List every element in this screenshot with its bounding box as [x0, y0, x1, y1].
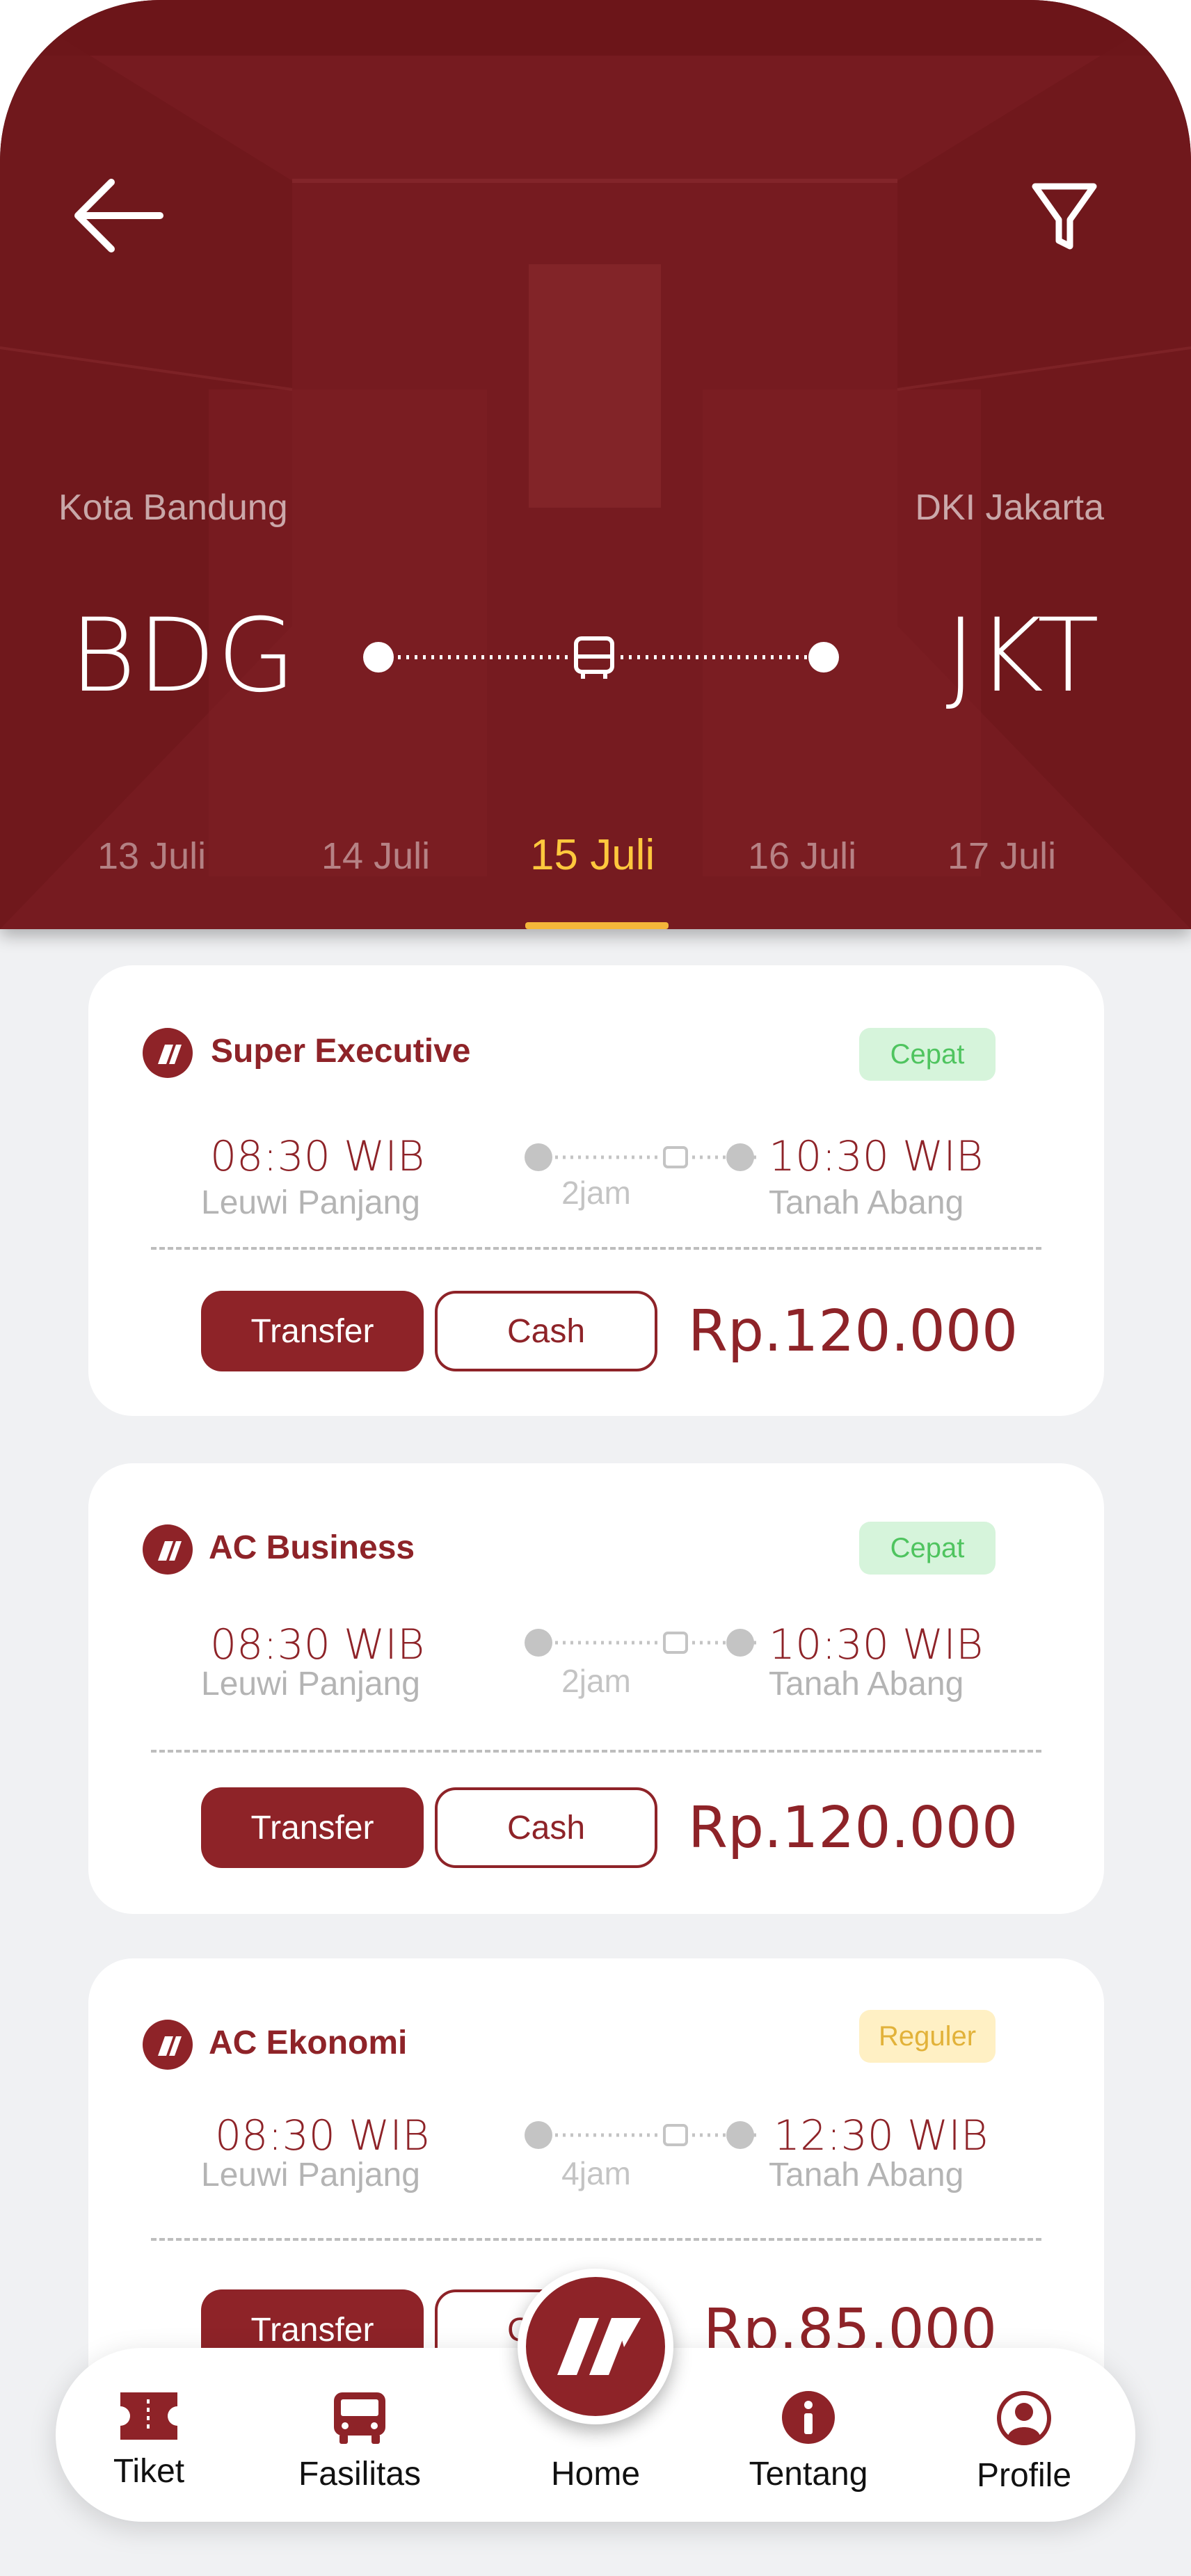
- trip-card[interactable]: AC Business Cepat 08:30 WIB Leuwi Panjan…: [88, 1463, 1104, 1914]
- nav-fasilitas[interactable]: Fasilitas: [283, 2390, 436, 2493]
- trip-route-line: [525, 1629, 760, 1657]
- brand-logo-icon: [557, 2318, 641, 2375]
- departure-stop: Leuwi Panjang: [201, 1184, 420, 1221]
- destination-code: JKT: [945, 597, 1101, 715]
- bus-class-name: Super Executive: [211, 1033, 471, 1070]
- nav-label: Tentang: [749, 2456, 868, 2493]
- nav-home-label: Home: [550, 2456, 641, 2493]
- bus-icon: [663, 1146, 688, 1168]
- departure-stop: Leuwi Panjang: [201, 1666, 420, 1702]
- divider: [151, 1247, 1041, 1250]
- back-button[interactable]: [70, 174, 167, 257]
- arrival-time: 10:30 WIB: [769, 1620, 984, 1669]
- home-button[interactable]: [518, 2269, 673, 2424]
- filter-button[interactable]: [1030, 174, 1099, 257]
- user-icon: [997, 2391, 1051, 2445]
- arrival-stop: Tanah Abang: [769, 1666, 964, 1702]
- origin-city: Kota Bandung: [58, 488, 288, 528]
- departure-time: 08:30 WIB: [215, 2111, 430, 2160]
- speed-badge: Cepat: [859, 1028, 996, 1081]
- arrival-time: 12:30 WIB: [774, 2111, 989, 2160]
- route-header: Kota Bandung DKI Jakarta BDG JKT 13 Juli…: [0, 0, 1191, 929]
- transfer-button[interactable]: Transfer: [201, 1787, 424, 1868]
- route-line: [363, 636, 839, 679]
- bus-icon: [663, 2124, 688, 2146]
- selected-date-indicator: [525, 922, 669, 929]
- trip-price: Rp.120.000: [688, 1794, 1018, 1861]
- bus-class-name: AC Ekonomi: [209, 2024, 408, 2061]
- arrival-dot: [726, 1629, 754, 1657]
- trip-card[interactable]: Super Executive Cepat 08:30 WIB Leuwi Pa…: [88, 965, 1104, 1416]
- divider: [151, 2238, 1041, 2241]
- trip-duration: 2jam: [561, 1175, 631, 1211]
- bus-class-name: AC Business: [209, 1529, 415, 1566]
- date-tab[interactable]: 17 Juli: [948, 835, 1056, 878]
- bus-icon: [574, 636, 614, 679]
- brand-logo-icon: [143, 2020, 193, 2070]
- bus-icon: [663, 1632, 688, 1654]
- brand-logo-icon: [143, 1028, 193, 1078]
- cash-button[interactable]: Cash: [435, 1291, 657, 1371]
- cash-button[interactable]: Cash: [435, 1787, 657, 1868]
- trip-duration: 2jam: [561, 1663, 631, 1699]
- departure-time: 08:30 WIB: [210, 1620, 425, 1669]
- departure-stop: Leuwi Panjang: [201, 2157, 420, 2193]
- destination-city: DKI Jakarta: [915, 488, 1104, 528]
- arrival-dot: [726, 1143, 754, 1171]
- app-screen: Kota Bandung DKI Jakarta BDG JKT 13 Juli…: [0, 0, 1191, 2576]
- date-tab-selected[interactable]: 15 Juli: [530, 830, 655, 880]
- bus-interior-background: [0, 0, 1191, 929]
- nav-label: Profile: [976, 2457, 1072, 2494]
- trip-price: Rp.120.000: [688, 1298, 1018, 1365]
- nav-tentang[interactable]: Tentang: [732, 2390, 885, 2493]
- departure-time: 08:30 WIB: [210, 1132, 425, 1181]
- arrival-stop: Tanah Abang: [769, 2157, 964, 2193]
- info-icon: [782, 2391, 835, 2444]
- nav-label: Fasilitas: [298, 2456, 422, 2493]
- bus-icon: [334, 2392, 385, 2444]
- ticket-icon: [120, 2392, 177, 2440]
- trip-route-line: [525, 2121, 760, 2149]
- nav-profile[interactable]: Profile: [948, 2390, 1101, 2495]
- date-tab[interactable]: 13 Juli: [97, 835, 206, 878]
- divider: [151, 1750, 1041, 1753]
- date-tab[interactable]: 14 Juli: [321, 835, 430, 878]
- speed-badge: Cepat: [859, 1522, 996, 1575]
- filter-icon: [1032, 183, 1097, 250]
- nav-label: Tiket: [113, 2453, 185, 2490]
- speed-badge: Reguler: [859, 2010, 996, 2063]
- arrival-dot: [726, 2121, 754, 2149]
- brand-logo-icon: [143, 1524, 193, 1575]
- transfer-button[interactable]: Transfer: [201, 1291, 424, 1371]
- origin-code: BDG: [70, 597, 298, 715]
- arrival-time: 10:30 WIB: [769, 1132, 984, 1181]
- nav-tiket[interactable]: Tiket: [72, 2390, 225, 2490]
- date-tab[interactable]: 16 Juli: [748, 835, 856, 878]
- trip-duration: 4jam: [561, 2155, 631, 2191]
- arrival-stop: Tanah Abang: [769, 1184, 964, 1221]
- back-arrow-icon: [74, 179, 163, 252]
